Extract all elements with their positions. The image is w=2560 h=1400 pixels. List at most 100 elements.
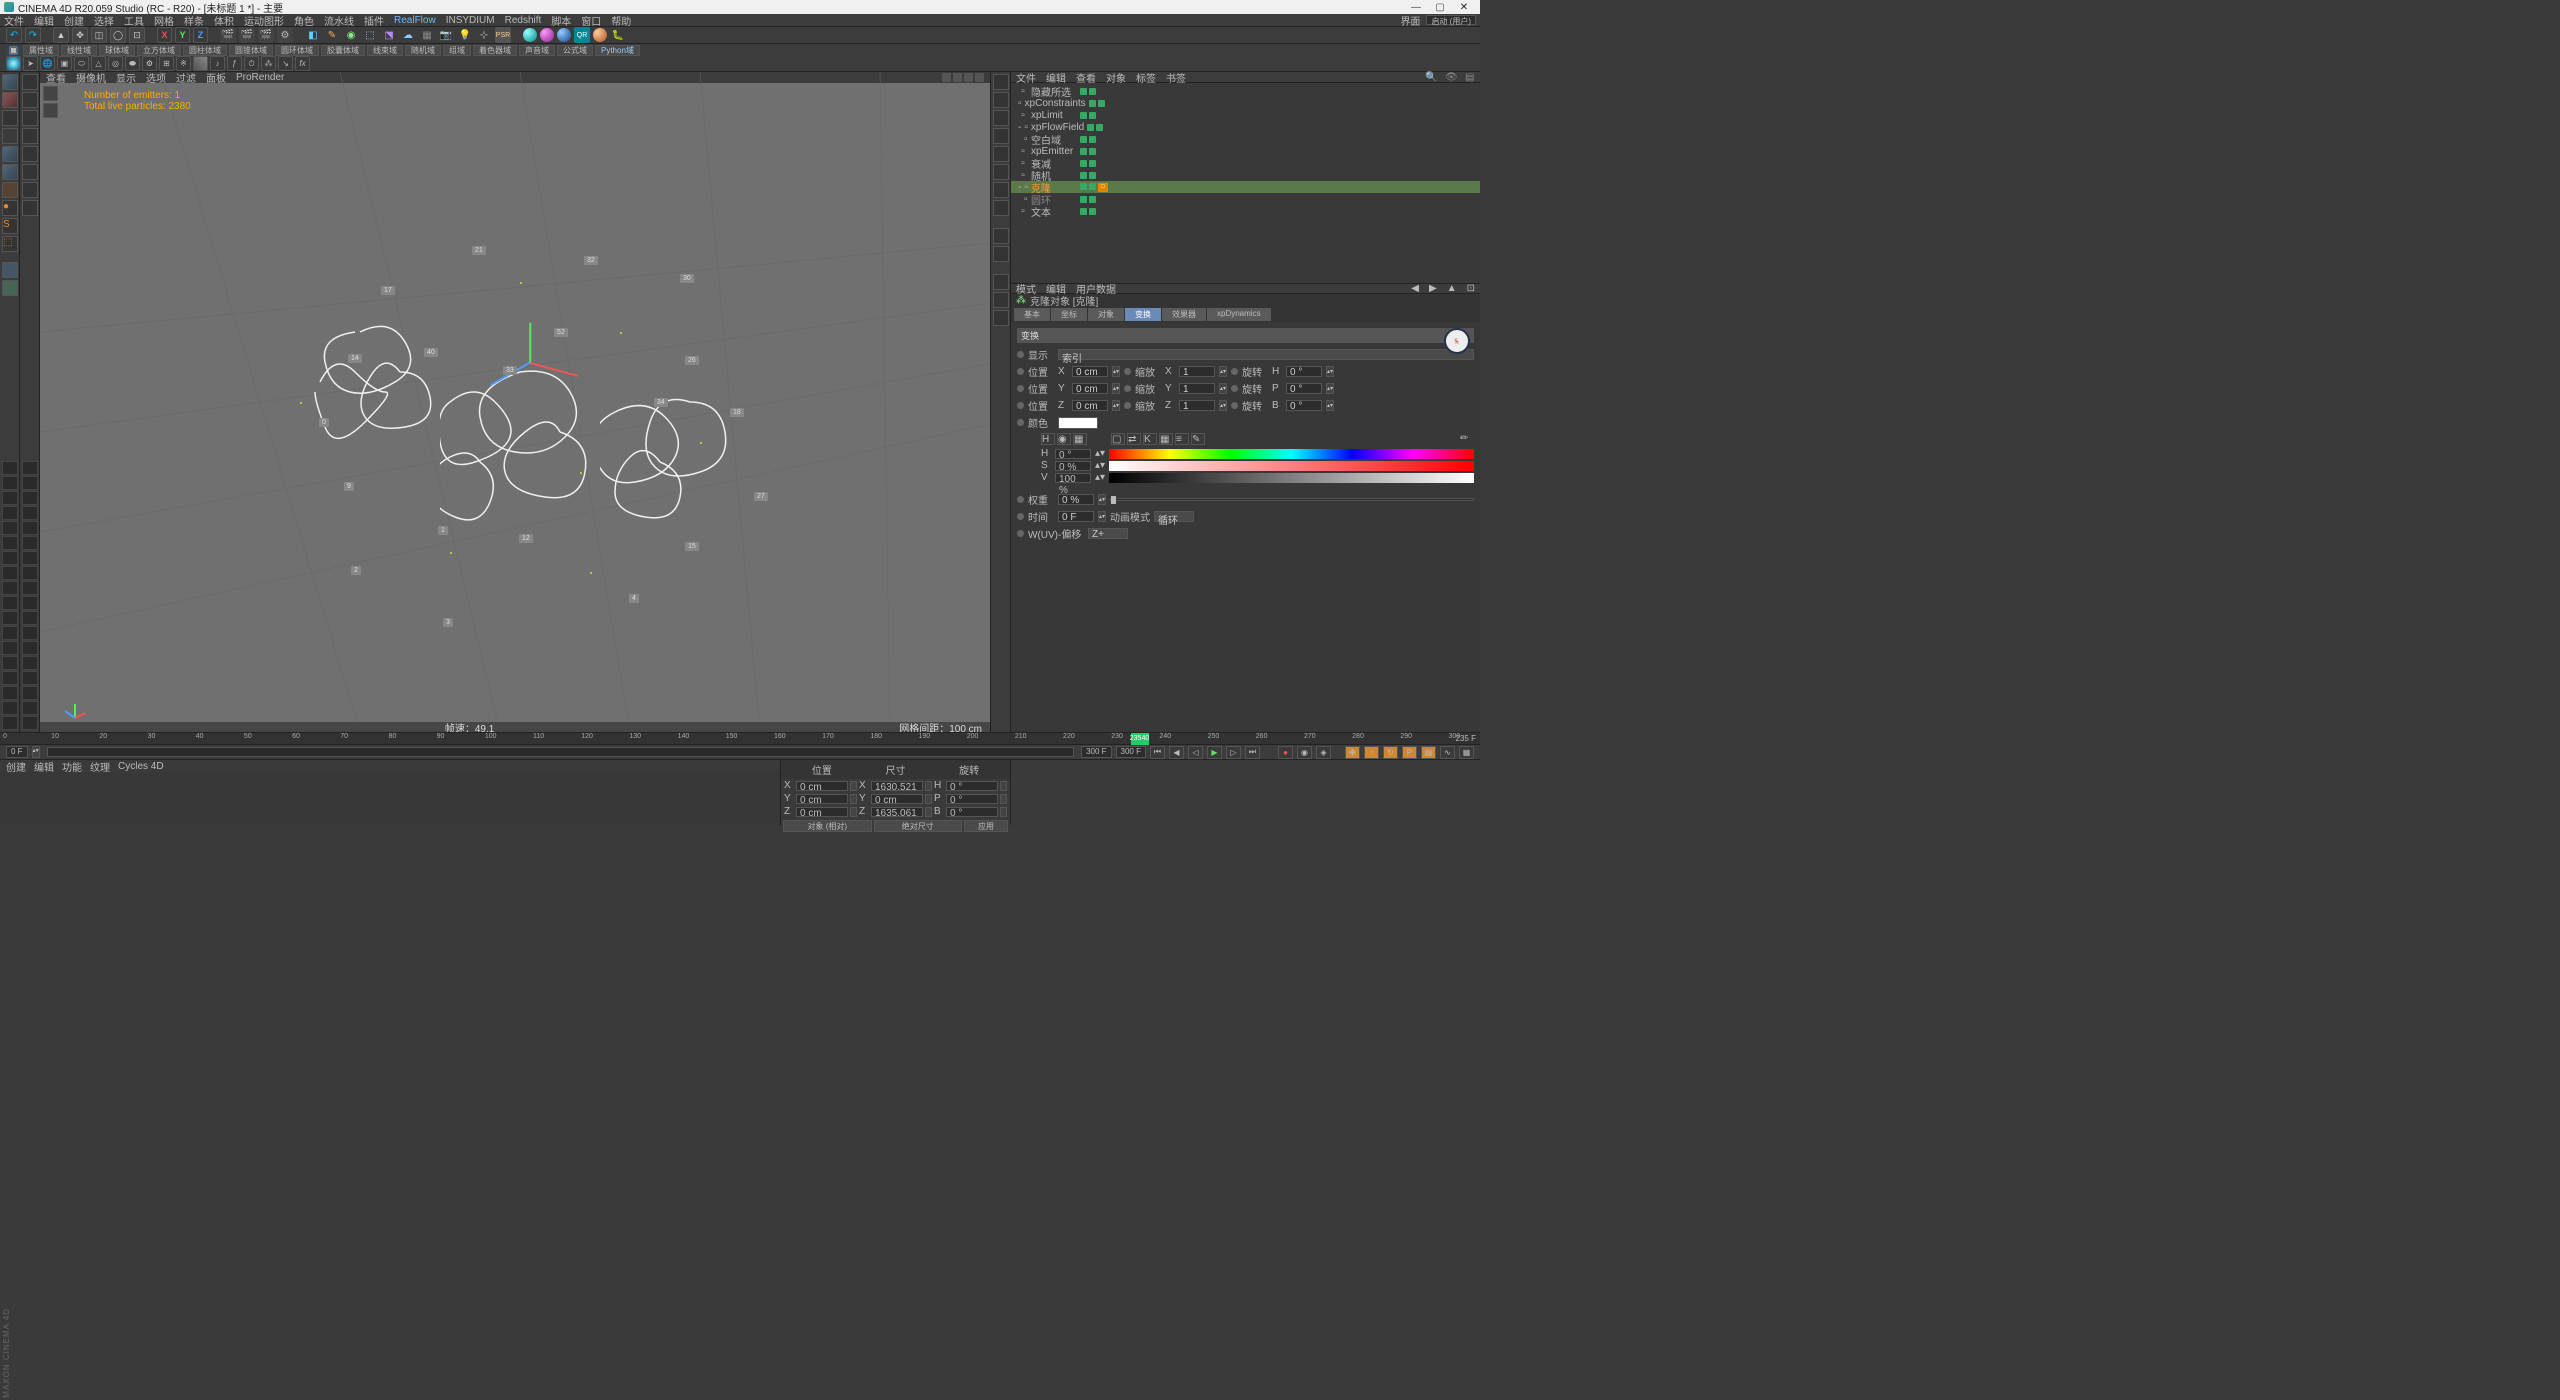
- visibility-dot[interactable]: [1080, 183, 1087, 190]
- tab-object[interactable]: 对象: [1088, 308, 1124, 321]
- uvw-select[interactable]: Z+: [1088, 528, 1128, 539]
- expand-icon[interactable]: -: [1018, 182, 1021, 192]
- workplane-xy[interactable]: [2, 262, 18, 278]
- mat-slot[interactable]: [22, 536, 38, 550]
- mat-slot[interactable]: [2, 536, 18, 550]
- mat-slot[interactable]: [2, 671, 18, 685]
- light-object[interactable]: 💡: [457, 27, 473, 43]
- visibility-dot[interactable]: [1089, 88, 1096, 95]
- r-btn[interactable]: [993, 164, 1009, 180]
- size-y[interactable]: 0 cm: [871, 794, 923, 804]
- menu-insydium[interactable]: INSYDIUM: [446, 15, 495, 26]
- tree-row-xpFlowField[interactable]: -▫xpFlowField: [1011, 121, 1480, 133]
- rot-p-stepper[interactable]: ▴▾: [1326, 383, 1334, 394]
- coord-system[interactable]: ⊹: [476, 27, 492, 43]
- mat-slot[interactable]: [22, 566, 38, 580]
- array-generator[interactable]: ⬚: [362, 27, 378, 43]
- rot-p[interactable]: 0 °: [1286, 383, 1322, 394]
- domain-formula[interactable]: 公式域: [557, 45, 593, 56]
- render-view-button[interactable]: 🎬: [220, 27, 236, 43]
- mat-slot[interactable]: [2, 701, 18, 715]
- param-dot[interactable]: [1017, 351, 1024, 358]
- mtab-cycles[interactable]: Cycles 4D: [118, 761, 164, 772]
- r-btn[interactable]: [993, 146, 1009, 162]
- pos-y[interactable]: 0 cm: [796, 794, 848, 804]
- mat-slot[interactable]: [2, 611, 18, 625]
- strip-globe-icon[interactable]: 🌐: [40, 56, 55, 71]
- strip-capsule-icon[interactable]: ⬬: [125, 56, 140, 71]
- om-layer-icon[interactable]: ▤: [1465, 72, 1475, 82]
- anim-select[interactable]: 循环: [1154, 511, 1194, 522]
- menu-plugins[interactable]: 插件: [364, 13, 384, 28]
- l2-btn[interactable]: [22, 74, 38, 90]
- domain-cylinder[interactable]: 圆柱体域: [183, 45, 227, 56]
- domain-linear[interactable]: 线性域: [61, 45, 97, 56]
- strip-decay-icon[interactable]: ↘: [278, 56, 293, 71]
- pos-y[interactable]: 0 cm: [1072, 383, 1108, 394]
- domain-cone[interactable]: 圆锥体域: [229, 45, 273, 56]
- y-axis-lock[interactable]: Y: [175, 27, 190, 43]
- menu-mesh[interactable]: 网格: [154, 13, 174, 28]
- tree-row-随机[interactable]: ▫随机: [1011, 169, 1480, 181]
- render-settings-button[interactable]: ⚙: [277, 27, 293, 43]
- scl-y-stepper[interactable]: ▴▾: [1219, 383, 1227, 394]
- goto-end[interactable]: ⏭: [1245, 746, 1260, 759]
- r-btn[interactable]: [993, 292, 1009, 308]
- start-frame[interactable]: 0 F: [6, 746, 28, 758]
- live-select-tool[interactable]: ▲: [53, 27, 69, 43]
- attr-up-icon[interactable]: ▲: [1447, 283, 1457, 294]
- ct-pick[interactable]: ✎: [1191, 433, 1205, 445]
- visibility-dot[interactable]: [1089, 196, 1096, 203]
- size-x[interactable]: 1630.521 cm: [871, 781, 923, 791]
- ar[interactable]: [1000, 794, 1007, 804]
- domain-beam[interactable]: 线束域: [367, 45, 403, 56]
- play-button[interactable]: ▶: [1207, 746, 1222, 759]
- misc-icon[interactable]: 🐛: [610, 27, 626, 43]
- domain-python[interactable]: Python域: [595, 45, 640, 56]
- menu-volume[interactable]: 体积: [214, 13, 234, 28]
- pos-x[interactable]: 0 cm: [1072, 366, 1108, 377]
- domain-icon[interactable]: ▣: [6, 45, 21, 56]
- viewport[interactable]: 查看 摄像机 显示 选项 过滤 面板 ProRender: [40, 72, 990, 732]
- poly-mode[interactable]: [2, 146, 18, 162]
- cube-primitive[interactable]: ◧: [305, 27, 321, 43]
- visibility-dot[interactable]: [1089, 183, 1096, 190]
- mat-slot[interactable]: [22, 641, 38, 655]
- visibility-dot[interactable]: [1089, 208, 1096, 215]
- apply-button[interactable]: 应用: [964, 820, 1008, 832]
- r-btn[interactable]: [993, 74, 1009, 90]
- strip-group-icon[interactable]: ⊞: [159, 56, 174, 71]
- mat-slot[interactable]: [22, 686, 38, 700]
- l2-btn[interactable]: [22, 182, 38, 198]
- param-dot[interactable]: [1231, 402, 1238, 409]
- scl-z-stepper[interactable]: ▴▾: [1219, 400, 1227, 411]
- mat-slot[interactable]: [22, 491, 38, 505]
- floor-object[interactable]: ▦: [419, 27, 435, 43]
- param-dot[interactable]: [1124, 402, 1131, 409]
- end-frame[interactable]: 300 F: [1081, 746, 1111, 758]
- strip-cyl-icon[interactable]: ⬭: [74, 56, 89, 71]
- tree-row-xpLimit[interactable]: ▫xpLimit: [1011, 109, 1480, 121]
- menu-pipeline[interactable]: 流水线: [324, 13, 354, 28]
- ar[interactable]: [925, 781, 932, 791]
- r-btn[interactable]: [993, 228, 1009, 244]
- strip-random-icon[interactable]: ※: [176, 56, 191, 71]
- ct-swap[interactable]: ⇄: [1127, 433, 1141, 445]
- timeline-scrollbar[interactable]: [47, 747, 1075, 757]
- r-btn[interactable]: [993, 310, 1009, 326]
- ct-list[interactable]: ≡: [1175, 433, 1189, 445]
- mat-slot[interactable]: [22, 551, 38, 565]
- coord-sel1[interactable]: 对象 (相对): [783, 820, 872, 832]
- menu-create[interactable]: 创建: [64, 13, 84, 28]
- minimize-button[interactable]: —: [1404, 1, 1428, 13]
- weight-slider[interactable]: [1110, 498, 1474, 501]
- menu-mograph[interactable]: 运动图形: [244, 13, 284, 28]
- visibility-dot[interactable]: [1089, 112, 1096, 119]
- key-rot[interactable]: ↻: [1383, 746, 1398, 759]
- mat-slot[interactable]: [2, 551, 18, 565]
- redo-button[interactable]: ↷: [25, 27, 41, 43]
- mat-slot[interactable]: [2, 491, 18, 505]
- material-manager[interactable]: [0, 772, 780, 825]
- undo-button[interactable]: ↶: [6, 27, 22, 43]
- om-eye-icon[interactable]: 👁: [1445, 72, 1455, 82]
